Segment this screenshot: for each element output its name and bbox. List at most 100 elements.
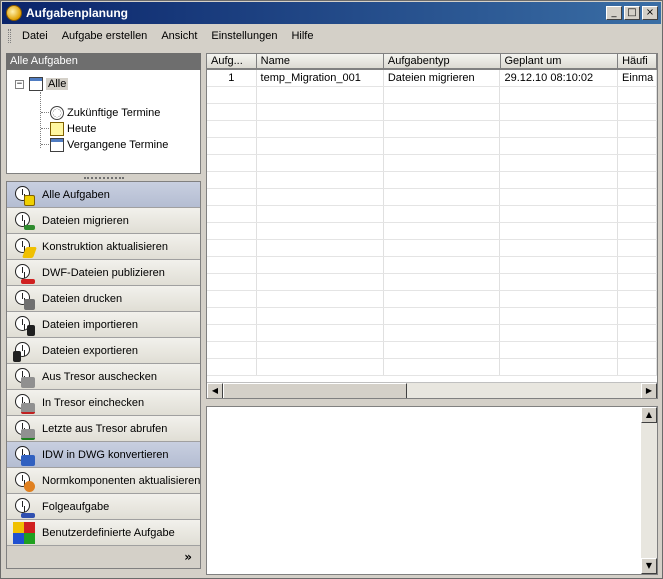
menu-grip-handle[interactable]	[8, 29, 11, 43]
scroll-up-icon[interactable]: ▲	[641, 407, 657, 423]
column-header-scheduled[interactable]: Geplant um	[500, 54, 619, 69]
table-row[interactable]: 1 temp_Migration_001 Dateien migrieren 2…	[207, 70, 657, 87]
export-files-icon	[13, 340, 35, 362]
nav-item-label: Benutzerdefinierte Aufgabe	[42, 526, 175, 539]
column-header-frequency[interactable]: Häufi	[618, 54, 657, 69]
calendar-stack-icon	[29, 77, 43, 91]
empty-cell	[384, 308, 501, 324]
nav-item-get-latest[interactable]: Letzte aus Tresor abrufen	[7, 416, 200, 442]
empty-cell	[618, 189, 657, 205]
empty-cell	[207, 274, 257, 290]
menu-ansicht[interactable]: Ansicht	[154, 30, 204, 42]
nav-item-label: DWF-Dateien publizieren	[42, 266, 165, 279]
menu-aufgabe-erstellen[interactable]: Aufgabe erstellen	[55, 30, 155, 42]
publish-dwf-icon	[13, 262, 35, 284]
empty-table-row	[207, 206, 657, 223]
empty-cell	[500, 138, 619, 154]
check-out-icon	[13, 366, 35, 388]
detail-panel: ▲ ▼	[206, 406, 658, 575]
empty-cell	[384, 274, 501, 290]
empty-cell	[207, 121, 257, 137]
nav-item-export-files[interactable]: Dateien exportieren	[7, 338, 200, 364]
nav-item-label: In Tresor einchecken	[42, 396, 145, 409]
nav-item-migrate-files[interactable]: Dateien migrieren	[7, 208, 200, 234]
empty-cell	[500, 87, 619, 103]
horizontal-scrollbar[interactable]: ◀ ▶	[207, 382, 657, 398]
nav-item-convert-idw[interactable]: IDW in DWG konvertieren	[7, 442, 200, 468]
empty-cell	[384, 104, 501, 120]
nav-item-label: Alle Aufgaben	[42, 188, 110, 201]
empty-cell	[257, 172, 384, 188]
nav-item-update-design[interactable]: Konstruktion aktualisieren	[7, 234, 200, 260]
empty-cell	[500, 291, 619, 307]
convert-idw-icon	[13, 444, 35, 466]
tree-collapse-icon[interactable]: −	[15, 80, 24, 89]
empty-table-row	[207, 172, 657, 189]
empty-cell	[384, 172, 501, 188]
nav-item-label: Dateien drucken	[42, 292, 123, 305]
scroll-left-icon[interactable]: ◀	[207, 383, 223, 398]
scroll-thumb[interactable]	[223, 383, 407, 398]
maximize-button[interactable]: □	[624, 6, 640, 20]
empty-table-row	[207, 104, 657, 121]
menu-hilfe[interactable]: Hilfe	[284, 30, 320, 42]
tree-item-alle[interactable]: Alle	[29, 76, 69, 92]
nav-item-check-in[interactable]: In Tresor einchecken	[7, 390, 200, 416]
empty-table-row	[207, 138, 657, 155]
empty-cell	[257, 206, 384, 222]
custom-task-icon	[13, 521, 35, 544]
empty-cell	[384, 155, 501, 171]
empty-cell	[618, 172, 657, 188]
column-header-id[interactable]: Aufg...	[207, 54, 257, 69]
clock-icon	[50, 106, 64, 120]
empty-cell	[207, 308, 257, 324]
tree-item-future[interactable]: Zukünftige Termine	[50, 105, 160, 121]
grid-header: Aufg... Name Aufgabentyp Geplant um Häuf…	[207, 54, 657, 70]
close-button[interactable]: ×	[642, 6, 658, 20]
tree-item-today[interactable]: Heute	[50, 121, 96, 137]
task-type-list: Alle Aufgaben Dateien migrieren Konstruk…	[6, 181, 201, 569]
empty-cell	[618, 308, 657, 324]
cell-frequency: Einma	[618, 70, 657, 86]
tree-item-past[interactable]: Vergangene Termine	[50, 137, 168, 153]
expand-chevron-icon[interactable]: »	[7, 546, 200, 568]
empty-cell	[257, 155, 384, 171]
empty-cell	[257, 342, 384, 358]
main-window: Aufgabenplanung _ □ × Datei Aufgabe erst…	[0, 0, 663, 579]
empty-cell	[257, 189, 384, 205]
empty-cell	[207, 257, 257, 273]
empty-cell	[618, 342, 657, 358]
menu-einstellungen[interactable]: Einstellungen	[204, 30, 284, 42]
nav-item-all-tasks[interactable]: Alle Aufgaben	[7, 182, 200, 208]
nav-item-print-files[interactable]: Dateien drucken	[7, 286, 200, 312]
nav-item-sequence-task[interactable]: Folgeaufgabe	[7, 494, 200, 520]
empty-cell	[257, 104, 384, 120]
empty-cell	[500, 155, 619, 171]
cell-id: 1	[207, 70, 257, 86]
empty-cell	[384, 359, 501, 375]
empty-cell	[207, 172, 257, 188]
vertical-scrollbar[interactable]: ▲ ▼	[641, 407, 657, 574]
scroll-down-icon[interactable]: ▼	[641, 558, 657, 574]
empty-cell	[618, 240, 657, 256]
left-panel: Alle Aufgaben − Alle Zukünftige Termine …	[6, 53, 201, 575]
menu-datei[interactable]: Datei	[15, 30, 55, 42]
nav-item-check-out[interactable]: Aus Tresor auschecken	[7, 364, 200, 390]
nav-item-publish-dwf[interactable]: DWF-Dateien publizieren	[7, 260, 200, 286]
scroll-right-icon[interactable]: ▶	[641, 383, 657, 398]
nav-item-custom-task[interactable]: Benutzerdefinierte Aufgabe	[7, 520, 200, 546]
column-header-name[interactable]: Name	[256, 54, 384, 69]
nav-item-label: Dateien migrieren	[42, 214, 129, 227]
nav-item-import-files[interactable]: Dateien importieren	[7, 312, 200, 338]
panel-splitter[interactable]	[6, 174, 201, 181]
menu-bar: Datei Aufgabe erstellen Ansicht Einstell…	[2, 26, 661, 46]
empty-cell	[500, 359, 619, 375]
minimize-button[interactable]: _	[606, 6, 622, 20]
nav-item-update-standard-parts[interactable]: Normkomponenten aktualisieren	[7, 468, 200, 494]
column-header-task-type[interactable]: Aufgabentyp	[383, 54, 501, 69]
empty-cell	[384, 223, 501, 239]
empty-table-row	[207, 87, 657, 104]
tree-item-label: Zukünftige Termine	[67, 107, 161, 119]
empty-cell	[618, 325, 657, 341]
calendar-page-icon	[50, 138, 64, 152]
